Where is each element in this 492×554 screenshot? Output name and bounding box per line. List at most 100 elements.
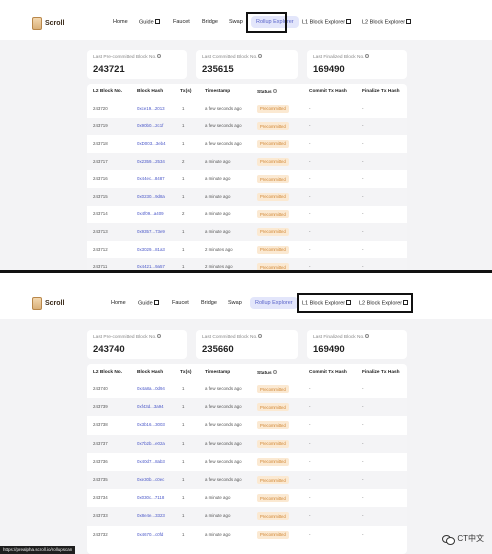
- cell-block-hash-link[interactable]: 0x3b16...3003: [137, 422, 165, 427]
- precommitted-label: Last Pre-committed Block No.: [93, 334, 162, 340]
- cell-commit-hash: -: [309, 513, 311, 519]
- cell-finalize-hash: -: [362, 404, 364, 410]
- cell-commit-hash: -: [309, 440, 311, 446]
- cell-block-hash-link[interactable]: 0x4a8a...0d94: [137, 386, 165, 391]
- cell-block-hash-link[interactable]: 0xD003...3eb4: [137, 141, 166, 146]
- status-badge: Precommitted: [257, 385, 289, 394]
- cell-block-hash-link[interactable]: 0x4670...c0fd: [137, 532, 163, 537]
- cell-block-hash-link[interactable]: 0x40d7...8ab3: [137, 459, 165, 464]
- cell-block-no: 243733: [93, 513, 108, 519]
- committed-value: 235615: [202, 64, 234, 75]
- cell-block-no: 243711: [93, 264, 108, 270]
- col-commit-hash: Commit Tx Hash: [309, 370, 347, 375]
- cell-timestamp: a few seconds ago: [205, 386, 242, 392]
- info-icon: [157, 54, 162, 58]
- cell-txs: 2: [182, 211, 185, 217]
- status-badge: Precommitted: [257, 227, 289, 236]
- nav-l1-explorer[interactable]: L1 Block Explorer: [302, 19, 352, 26]
- cell-block-hash-link[interactable]: 0x7b2b...e02a: [137, 441, 165, 446]
- cell-txs: 1: [182, 228, 185, 234]
- cell-timestamp: a few seconds ago: [205, 477, 242, 483]
- cell-txs: 1: [182, 246, 185, 252]
- wechat-icon: [442, 534, 456, 545]
- col-status: Status: [257, 370, 277, 376]
- cell-block-hash-link[interactable]: 0x3029...81a3: [137, 247, 165, 252]
- cell-block-hash-link[interactable]: 0x0230...9d8a: [137, 194, 165, 199]
- cell-txs: 2: [182, 158, 185, 164]
- cell-timestamp: a few seconds ago: [205, 404, 242, 410]
- cell-block-hash-link[interactable]: 0x030c...7118: [137, 495, 164, 500]
- nav-swap[interactable]: Swap: [229, 19, 243, 25]
- cell-block-no: 243739: [93, 404, 108, 410]
- nav-bridge[interactable]: Bridge: [202, 19, 218, 25]
- nav-guide[interactable]: Guide: [138, 300, 159, 307]
- status-badge: Precommitted: [257, 192, 289, 201]
- cell-block-hash-link[interactable]: 0x2359...2534: [137, 159, 165, 164]
- cell-timestamp: a few seconds ago: [205, 123, 242, 129]
- finalized-card: Last Finalized Block No. 169490: [307, 50, 407, 79]
- cell-finalize-hash: -: [362, 513, 364, 519]
- col-status: Status: [257, 89, 277, 95]
- watermark-text: CT中文: [457, 534, 484, 543]
- cell-block-hash-link[interactable]: 0x44ec...8487: [137, 176, 165, 181]
- precommitted-label-text: Last Pre-committed Block No.: [93, 55, 157, 60]
- nav-faucet[interactable]: Faucet: [173, 19, 190, 25]
- external-link-icon: [406, 19, 412, 24]
- cell-block-hash-link[interactable]: 0xce19...2013: [137, 106, 165, 111]
- cell-timestamp: a few seconds ago: [205, 422, 242, 428]
- scroll-logo-icon: [32, 17, 42, 30]
- cell-txs: 1: [182, 422, 185, 428]
- nav-home[interactable]: Home: [113, 19, 128, 25]
- cell-block-hash-link[interactable]: 0x4421...9a57: [137, 264, 165, 269]
- cell-block-no: 243719: [93, 123, 108, 129]
- cell-timestamp: a minute ago: [205, 513, 231, 519]
- col-txs: Tx(s): [180, 89, 192, 94]
- cell-txs: 1: [182, 477, 185, 483]
- bottom-nav-bar: Scroll Home Guide Faucet Bridge Swap Rol…: [0, 273, 492, 319]
- nav-l2-explorer[interactable]: L2 Block Explorer: [362, 19, 412, 26]
- cell-block-no: 243720: [93, 105, 108, 111]
- cell-block-no: 243735: [93, 477, 108, 483]
- cell-txs: 1: [182, 495, 185, 501]
- scroll-logo[interactable]: Scroll: [32, 297, 64, 310]
- cell-block-hash-link[interactable]: 0xf43d...3a94: [137, 404, 164, 409]
- cell-txs: 1: [182, 140, 185, 146]
- cell-block-hash-link[interactable]: 0x8e4e...3323: [137, 513, 165, 518]
- cell-commit-hash: -: [309, 158, 311, 164]
- col-status-label: Status: [257, 90, 272, 95]
- scroll-logo[interactable]: Scroll: [32, 17, 64, 30]
- cell-commit-hash: -: [309, 422, 311, 428]
- col-status-label: Status: [257, 371, 272, 376]
- cell-txs: 1: [182, 404, 185, 410]
- cell-block-no: 243736: [93, 458, 108, 464]
- finalized-card: Last Finalized Block No. 169490: [307, 330, 407, 359]
- cell-commit-hash: -: [309, 193, 311, 199]
- cell-finalize-hash: -: [362, 440, 364, 446]
- cell-block-no: 243737: [93, 440, 108, 446]
- nav-guide[interactable]: Guide: [139, 19, 160, 26]
- brand-name: Scroll: [45, 300, 65, 307]
- table-row: 243737 0x7b2b...e02a 1 a few seconds ago - - P…: [87, 434, 407, 453]
- cell-commit-hash: -: [309, 211, 311, 217]
- nav-swap[interactable]: Swap: [228, 300, 242, 306]
- table-row: 243719 0x90b0...2c1f 1 a few seconds ago - - P…: [87, 117, 407, 136]
- blocks-table: L2 Block No. Block Hash Tx(s) Timestamp …: [87, 364, 407, 554]
- info-icon: [272, 89, 277, 93]
- nav-bridge[interactable]: Bridge: [201, 300, 217, 306]
- cell-timestamp: a minute ago: [205, 228, 231, 234]
- cell-block-hash-link[interactable]: 0x4f09...a409: [137, 211, 164, 216]
- cell-block-hash-link[interactable]: 0x90b0...2c1f: [137, 123, 163, 128]
- cell-block-hash-link[interactable]: 0x9357...73e9: [137, 229, 165, 234]
- cell-commit-hash: -: [309, 176, 311, 182]
- nav-home[interactable]: Home: [111, 300, 126, 306]
- cell-block-hash-link[interactable]: 0xe30b...c0ec: [137, 477, 164, 482]
- cell-commit-hash: -: [309, 105, 311, 111]
- cell-commit-hash: -: [309, 531, 311, 537]
- nav-rollup-explorer[interactable]: Rollup Explorer: [250, 297, 298, 309]
- highlight-box-rollup: [246, 12, 287, 33]
- cell-txs: 1: [182, 513, 185, 519]
- table-row: 243720 0xce19...2013 1 a few seconds ago - - P…: [87, 100, 407, 118]
- cell-block-no: 243714: [93, 211, 108, 217]
- cell-finalize-hash: -: [362, 123, 364, 129]
- nav-faucet[interactable]: Faucet: [172, 300, 189, 306]
